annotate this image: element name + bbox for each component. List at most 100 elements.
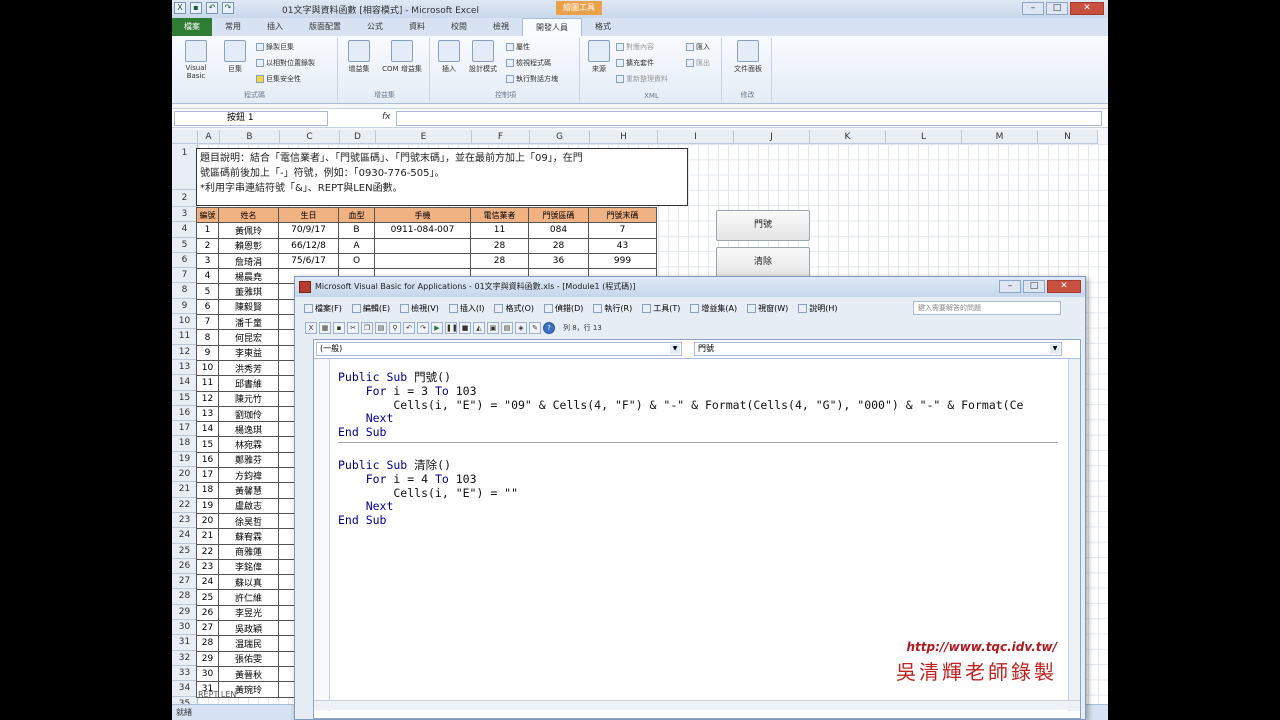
export-button[interactable]: 匯出 [686, 58, 710, 68]
table-cell[interactable]: 18 [196, 482, 219, 499]
vba-menu-item[interactable]: 檢視(V) [395, 303, 444, 314]
table-cell[interactable]: 23 [196, 558, 219, 576]
row-header[interactable]: 30 [172, 620, 198, 636]
tab-0[interactable]: 檔案 [172, 18, 212, 36]
table-cell[interactable]: 36 [528, 252, 589, 270]
view-code-button[interactable]: 檢視程式碼 [506, 58, 551, 68]
run-dialog-button[interactable]: 執行對話方塊 [506, 74, 558, 84]
table-cell[interactable]: 盧啟志 [218, 497, 279, 514]
find-icon[interactable]: ⚲ [389, 322, 401, 334]
help-search-input[interactable]: 鍵入需要解答的問題 [913, 301, 1061, 315]
tab-1[interactable]: 常用 [212, 18, 254, 36]
horizontal-scrollbar[interactable] [314, 700, 1080, 710]
design-mode-button[interactable]: 設計模式 [466, 40, 500, 74]
table-cell[interactable]: 4 [196, 268, 219, 285]
table-cell[interactable]: 28 [470, 237, 529, 254]
table-cell[interactable]: 6 [196, 298, 219, 316]
tab-6[interactable]: 校閱 [438, 18, 480, 36]
row-header[interactable]: 34 [172, 681, 198, 697]
column-header[interactable]: M [962, 130, 1038, 144]
table-cell[interactable]: 潘千童 [218, 314, 279, 331]
table-cell[interactable]: 黃晉秋 [218, 665, 279, 683]
table-cell[interactable]: 劉珈伶 [218, 405, 279, 423]
save-icon[interactable]: ▪ [333, 322, 345, 334]
table-cell[interactable]: 許仁維 [218, 589, 279, 606]
table-cell[interactable]: 3 [196, 252, 219, 270]
xml-source-button[interactable]: 來源 [586, 40, 612, 74]
row-header[interactable]: 15 [172, 390, 198, 406]
table-cell[interactable]: 張佑雯 [218, 650, 279, 667]
table-cell[interactable]: 7 [588, 222, 657, 239]
table-cell[interactable]: 19 [196, 497, 219, 514]
relative-reference-button[interactable]: 以相對位置錄製 [256, 58, 315, 68]
com-addins-button[interactable]: COM 增益集 [378, 40, 426, 74]
table-cell[interactable]: 楊逸琪 [218, 421, 279, 438]
macros-button[interactable]: 巨集 [222, 40, 248, 74]
table-cell[interactable]: 15 [196, 436, 219, 453]
vba-app-icon[interactable] [299, 281, 311, 293]
insert-module-icon[interactable]: ▦ [319, 322, 331, 334]
table-cell[interactable]: 24 [196, 574, 219, 591]
table-cell[interactable]: 29 [196, 650, 219, 667]
row-header[interactable]: 31 [172, 635, 198, 651]
row-header[interactable]: 9 [172, 298, 198, 315]
vba-menu-item[interactable]: 執行(R) [588, 303, 637, 314]
row-header[interactable]: 8 [172, 283, 198, 299]
table-cell[interactable]: 8 [196, 329, 219, 346]
table-cell[interactable]: 賴恩彰 [218, 237, 279, 254]
project-explorer-icon[interactable]: ▣ [487, 322, 499, 334]
table-cell[interactable] [374, 252, 471, 270]
column-header[interactable]: G [530, 130, 590, 144]
menhao-macro-button[interactable]: 門號 [716, 210, 810, 241]
row-header[interactable]: 27 [172, 574, 198, 590]
paste-icon[interactable]: ▤ [375, 322, 387, 334]
table-cell[interactable]: 詹琦涓 [218, 252, 279, 270]
object-combo[interactable]: (一般) ▼ [316, 342, 682, 356]
cut-icon[interactable]: ✂ [347, 322, 359, 334]
break-icon[interactable]: ❚❚ [445, 322, 458, 334]
table-cell[interactable]: 商雅蓮 [218, 543, 279, 560]
row-header[interactable]: 13 [172, 359, 198, 376]
table-cell[interactable]: 13 [196, 405, 219, 423]
table-cell[interactable]: 李昱光 [218, 604, 279, 622]
table-cell[interactable]: 25 [196, 589, 219, 606]
table-cell[interactable]: 吳政穎 [218, 620, 279, 637]
row-header[interactable]: 29 [172, 604, 198, 621]
table-cell[interactable]: 21 [196, 528, 219, 545]
table-cell[interactable]: 30 [196, 665, 219, 683]
column-header[interactable]: L [886, 130, 962, 144]
close-button[interactable]: ✕ [1070, 2, 1104, 15]
table-cell[interactable]: 70/9/17 [278, 222, 339, 239]
addins-button[interactable]: 增益集 [344, 40, 374, 74]
table-cell[interactable]: 蘇宥霖 [218, 528, 279, 545]
table-cell[interactable]: O [338, 252, 375, 270]
table-cell[interactable]: 2 [196, 237, 219, 254]
table-cell[interactable]: 温瑞民 [218, 635, 279, 652]
table-cell[interactable]: 1 [196, 222, 219, 239]
tab-2[interactable]: 插入 [254, 18, 296, 36]
row-header[interactable]: 33 [172, 665, 198, 682]
row-header[interactable]: 11 [172, 329, 198, 345]
run-icon[interactable]: ▶ [431, 322, 443, 334]
expansion-packs-button[interactable]: 擴充套件 [616, 58, 654, 68]
table-cell[interactable]: 28 [196, 635, 219, 652]
table-cell[interactable]: 66/12/8 [278, 237, 339, 254]
row-header[interactable]: 6 [172, 252, 198, 269]
macro-security-button[interactable]: 巨集安全性 [256, 74, 301, 84]
table-cell[interactable]: 洪秀芳 [218, 359, 279, 377]
row-header[interactable]: 1 [172, 144, 198, 190]
vba-menu-item[interactable]: 插入(I) [444, 303, 490, 314]
table-cell[interactable]: 16 [196, 451, 219, 469]
row-header[interactable]: 23 [172, 512, 198, 529]
clear-macro-button[interactable]: 清除 [716, 247, 810, 278]
table-cell[interactable]: 26 [196, 604, 219, 622]
table-cell[interactable]: 28 [528, 237, 589, 254]
table-cell[interactable]: 徐昊哲 [218, 512, 279, 530]
redo-icon[interactable]: ↷ [222, 2, 234, 14]
table-cell[interactable]: 9 [196, 344, 219, 361]
object-browser-icon[interactable]: ◈ [515, 322, 527, 334]
table-cell[interactable]: 黃馨慧 [218, 482, 279, 499]
table-cell[interactable]: A [338, 237, 375, 254]
undo-icon[interactable]: ↶ [403, 322, 415, 334]
table-cell[interactable]: 7 [196, 314, 219, 331]
